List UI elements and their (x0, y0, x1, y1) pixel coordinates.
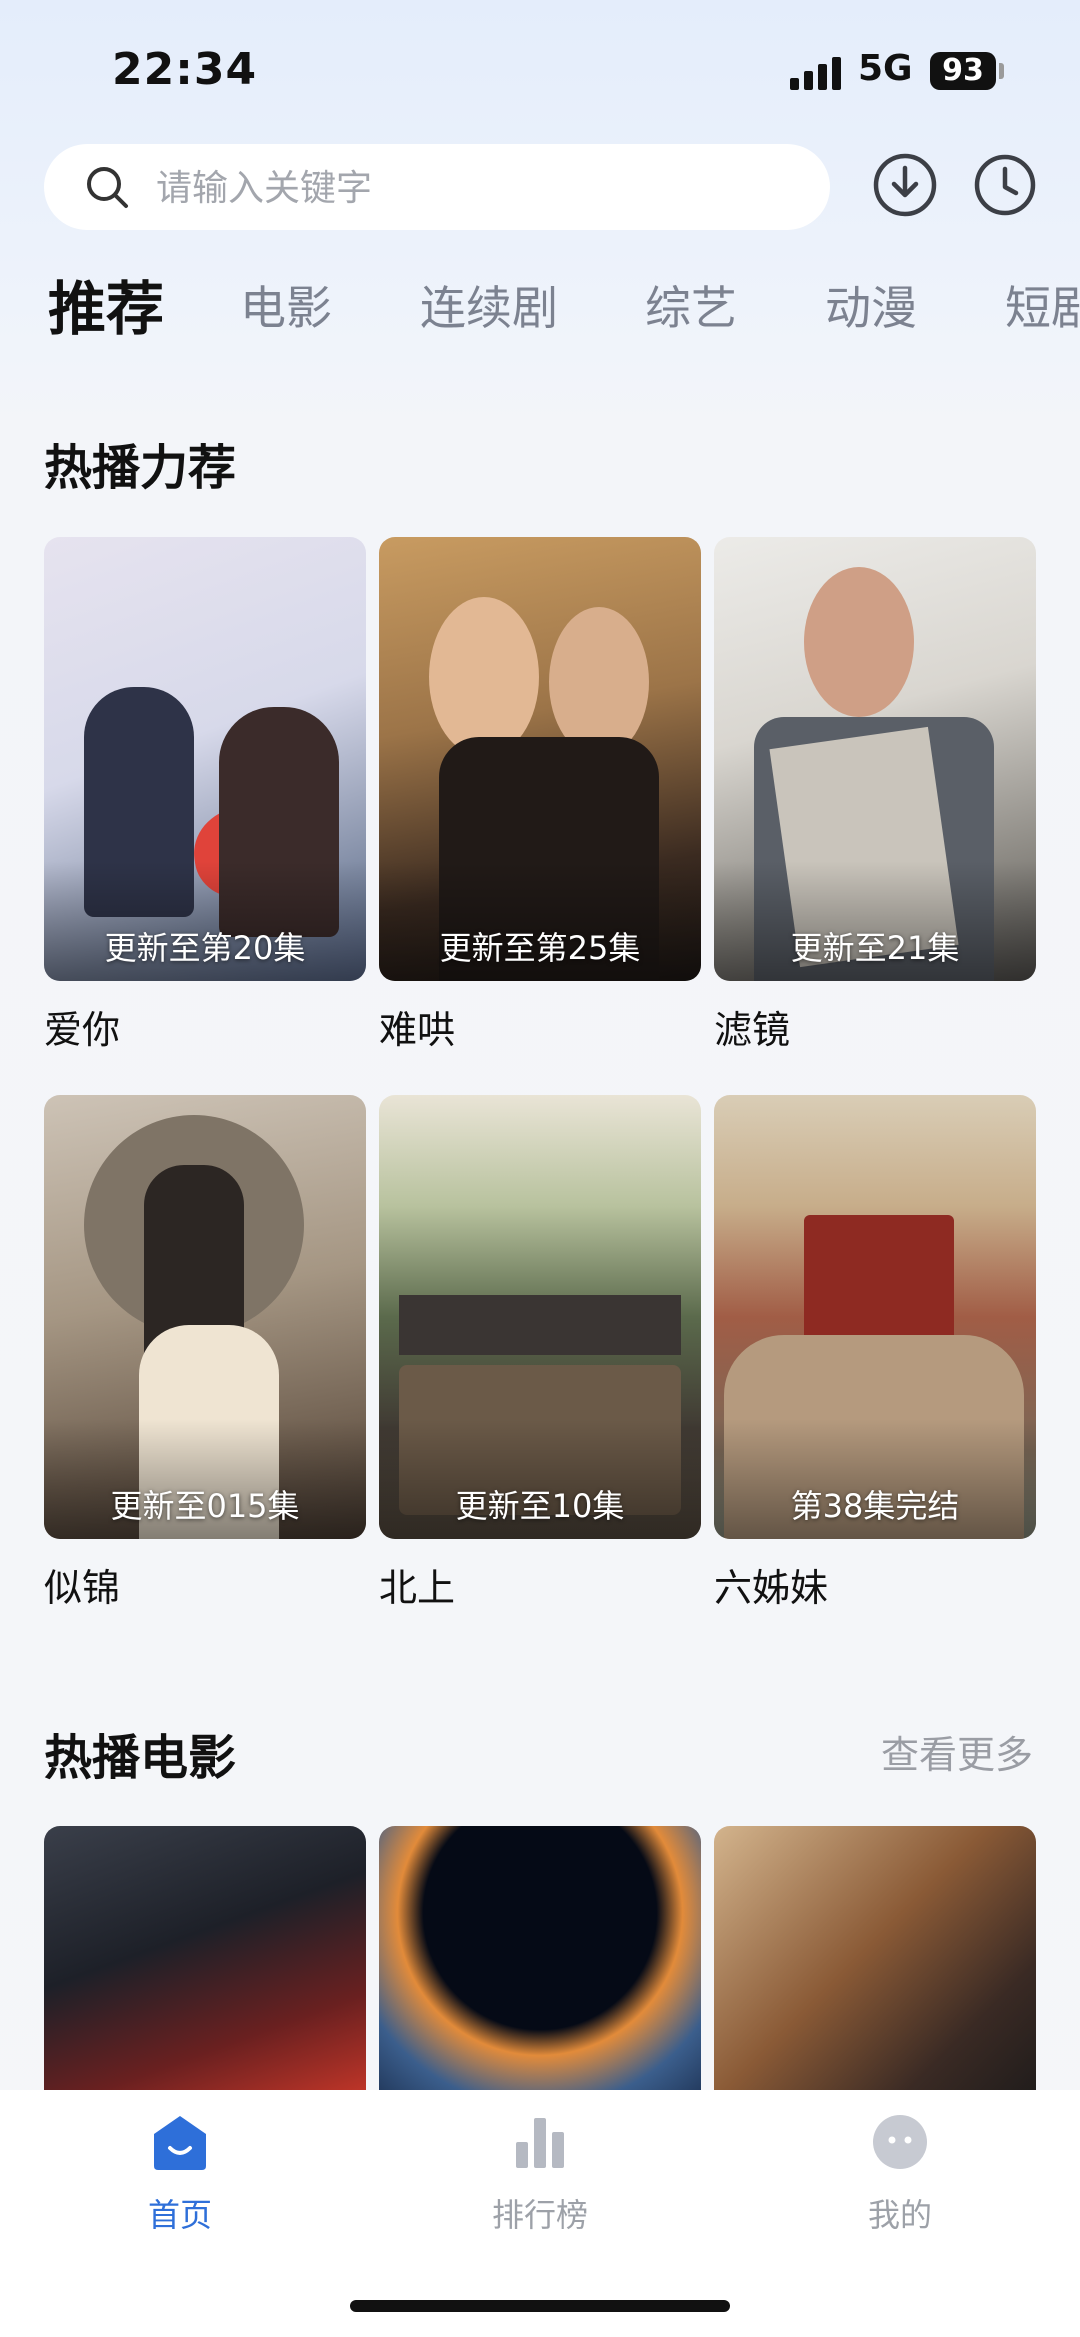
update-badge: 更新至015集 (110, 1487, 300, 1525)
section-title-hot-movies: 热播电影 (44, 1730, 237, 1786)
update-badge: 更新至第25集 (439, 929, 641, 967)
card-title: 六姊妹 (714, 1566, 829, 1610)
tab-short-drama[interactable]: 短剧 (1005, 272, 1080, 338)
drama-card[interactable]: 更新至015集 似锦 (44, 1095, 366, 1612)
tab-variety[interactable]: 综艺 (645, 272, 737, 338)
drama-card[interactable]: 更新至10集 北上 (379, 1095, 701, 1612)
poster-image: 更新至015集 (44, 1095, 366, 1539)
tab-series[interactable]: 连续剧 (420, 272, 558, 338)
view-more-link[interactable]: 查看更多 (881, 1724, 1033, 1779)
card-title: 难哄 (379, 1008, 456, 1052)
section-title-hot-recommend: 热播力荐 (44, 440, 237, 496)
status-time: 22:34 (112, 44, 258, 95)
poster-image: 更新至第25集 (379, 537, 701, 981)
drama-card[interactable]: 更新至第25集 难哄 (379, 537, 701, 1054)
poster-image: 更新至21集 (714, 537, 1036, 981)
home-indicator[interactable] (350, 2300, 730, 2312)
home-icon (154, 2116, 206, 2170)
signal-icon (790, 56, 842, 90)
movie-poster[interactable] (44, 1826, 366, 2116)
nav-label: 首页 (147, 2196, 212, 2234)
nav-label: 排行榜 (491, 2196, 588, 2234)
movie-poster[interactable] (379, 1826, 701, 2116)
download-icon[interactable] (872, 152, 938, 218)
search-icon (87, 167, 128, 208)
tab-movie[interactable]: 电影 (240, 272, 332, 338)
battery-tip (999, 63, 1004, 79)
update-badge: 更新至第20集 (104, 929, 306, 967)
tab-anime[interactable]: 动漫 (825, 272, 917, 338)
drama-card[interactable]: 更新至第20集 爱你 (44, 537, 366, 1054)
status-bar: 22:34 5G 93 (0, 0, 1080, 140)
category-tabs: 推荐 电影 连续剧 综艺 动漫 短剧 (0, 260, 1080, 350)
history-icon[interactable] (972, 152, 1038, 218)
poster-image: 更新至第20集 (44, 537, 366, 981)
search-bar[interactable] (44, 144, 830, 230)
card-title: 似锦 (44, 1566, 121, 1610)
battery-icon: 93 (930, 52, 996, 90)
profile-icon (873, 2115, 927, 2169)
card-title: 滤镜 (714, 1008, 791, 1052)
update-badge: 更新至10集 (455, 1487, 625, 1525)
drama-card[interactable]: 第38集完结 六姊妹 (714, 1095, 1036, 1612)
nav-label: 我的 (867, 2196, 932, 2234)
drama-card[interactable]: 更新至21集 滤镜 (714, 537, 1036, 1054)
search-input[interactable] (154, 158, 798, 218)
card-title: 爱你 (44, 1008, 121, 1052)
poster-image: 第38集完结 (714, 1095, 1036, 1539)
nav-ranking[interactable]: 排行榜 (440, 2112, 640, 2236)
network-label: 5G (858, 48, 913, 89)
tab-recommend[interactable]: 推荐 (48, 262, 164, 346)
update-badge: 第38集完结 (790, 1487, 960, 1525)
card-title: 北上 (379, 1566, 456, 1610)
poster-image: 更新至10集 (379, 1095, 701, 1539)
nav-home[interactable]: 首页 (80, 2112, 280, 2236)
nav-profile[interactable]: 我的 (800, 2112, 1000, 2236)
movie-poster[interactable] (714, 1826, 1036, 2116)
update-badge: 更新至21集 (790, 929, 960, 967)
ranking-icon (516, 2118, 564, 2168)
